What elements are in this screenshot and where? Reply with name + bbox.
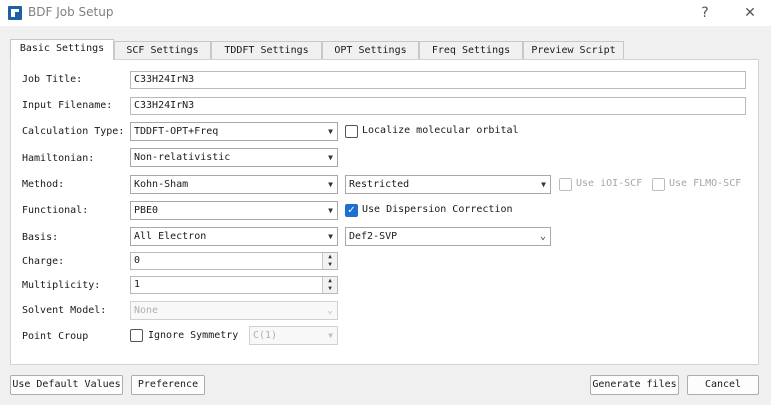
tab-tddft-settings[interactable]: TDDFT Settings — [211, 41, 322, 59]
use-ioi-scf-label: Use iOI-SCF — [576, 178, 643, 189]
decrement-icon[interactable]: ▼ — [323, 261, 337, 269]
close-button[interactable]: ✕ — [738, 3, 762, 23]
preference-button[interactable]: Preference — [131, 375, 205, 395]
dropdown-arrow-icon: ▼ — [328, 206, 333, 215]
basis-type-value: All Electron — [134, 231, 207, 242]
chevron-down-icon: ⌄ — [539, 231, 546, 242]
basis-label: Basis: — [22, 232, 59, 243]
use-ioi-scf-checkbox[interactable] — [559, 178, 572, 191]
point-group-value: C(1) — [253, 330, 278, 341]
method-value: Kohn-Sham — [134, 179, 189, 190]
generate-files-button[interactable]: Generate files — [590, 375, 679, 395]
charge-label: Charge: — [22, 256, 65, 267]
checkmark-icon: ✓ — [347, 205, 356, 216]
decrement-icon[interactable]: ▼ — [323, 285, 337, 293]
increment-icon[interactable]: ▲ — [323, 253, 337, 261]
functional-select[interactable]: PBE0 ▼ — [130, 201, 338, 220]
hamiltonian-value: Non-relativistic — [134, 152, 231, 163]
use-flmo-scf-checkbox[interactable] — [652, 178, 665, 191]
tab-preview-script[interactable]: Preview Script — [523, 41, 624, 59]
dropdown-arrow-icon: ▼ — [541, 180, 546, 189]
reference-value: Restricted — [349, 179, 410, 190]
method-select[interactable]: Kohn-Sham ▼ — [130, 175, 338, 194]
dispersion-checkbox[interactable]: ✓ — [345, 204, 358, 217]
point-group-select[interactable]: C(1) ▼ — [249, 326, 338, 345]
increment-icon[interactable]: ▲ — [323, 277, 337, 285]
use-flmo-scf-label: Use FLMO-SCF — [669, 178, 742, 189]
tab-opt-settings[interactable]: OPT Settings — [322, 41, 419, 59]
chevron-down-icon: ⌄ — [326, 305, 333, 316]
localize-orbital-checkbox[interactable] — [345, 125, 358, 138]
hamiltonian-select[interactable]: Non-relativistic ▼ — [130, 148, 338, 167]
point-group-label: Point Croup — [22, 331, 89, 342]
job-title-input[interactable]: C33H24IrN3 — [130, 71, 746, 89]
multiplicity-spinbox[interactable]: 1 ▲ ▼ — [130, 276, 338, 294]
tab-freq-settings[interactable]: Freq Settings — [419, 41, 523, 59]
basis-set-select[interactable]: Def2-SVP ⌄ — [345, 227, 551, 246]
use-default-values-button[interactable]: Use Default Values — [10, 375, 123, 395]
dropdown-arrow-icon: ▼ — [328, 153, 333, 162]
tab-basic-settings[interactable]: Basic Settings — [10, 39, 114, 60]
dispersion-label: Use Dispersion Correction — [362, 204, 513, 215]
calculation-type-select[interactable]: TDDFT-OPT+Freq ▼ — [130, 122, 338, 141]
calculation-type-label: Calculation Type: — [22, 126, 125, 137]
help-button[interactable]: ? — [693, 3, 717, 23]
dropdown-arrow-icon: ▼ — [328, 331, 333, 340]
ignore-symmetry-label: Ignore Symmetry — [148, 330, 239, 341]
functional-value: PBE0 — [134, 205, 159, 216]
calculation-type-value: TDDFT-OPT+Freq — [134, 126, 219, 137]
multiplicity-label: Multiplicity: — [22, 280, 101, 291]
basis-set-value: Def2-SVP — [349, 231, 398, 242]
multiplicity-value: 1 — [134, 279, 141, 290]
charge-stepper[interactable]: ▲ ▼ — [322, 253, 337, 269]
dropdown-arrow-icon: ▼ — [328, 232, 333, 241]
tab-scf-settings[interactable]: SCF Settings — [114, 41, 211, 59]
localize-orbital-label: Localize molecular orbital — [362, 125, 519, 136]
window-title: BDF Job Setup — [28, 5, 114, 19]
title-bar: BDF Job Setup ? ✕ — [0, 0, 771, 26]
input-filename-label: Input Filename: — [22, 100, 113, 111]
job-title-label: Job Title: — [22, 74, 83, 85]
dropdown-arrow-icon: ▼ — [328, 127, 333, 136]
app-icon — [8, 6, 22, 20]
cancel-button[interactable]: Cancel — [687, 375, 759, 395]
reference-select[interactable]: Restricted ▼ — [345, 175, 551, 194]
basis-type-select[interactable]: All Electron ▼ — [130, 227, 338, 246]
input-filename-input[interactable]: C33H24IrN3 — [130, 97, 746, 115]
dropdown-arrow-icon: ▼ — [328, 180, 333, 189]
multiplicity-stepper[interactable]: ▲ ▼ — [322, 277, 337, 293]
functional-label: Functional: — [22, 205, 89, 216]
ignore-symmetry-checkbox[interactable] — [130, 329, 143, 342]
solvent-model-value: None — [134, 305, 159, 316]
charge-value: 0 — [134, 255, 141, 266]
hamiltonian-label: Hamiltonian: — [22, 153, 95, 164]
solvent-model-label: Solvent Model: — [22, 305, 107, 316]
solvent-model-select[interactable]: None ⌄ — [130, 301, 338, 320]
method-label: Method: — [22, 179, 65, 190]
charge-spinbox[interactable]: 0 ▲ ▼ — [130, 252, 338, 270]
